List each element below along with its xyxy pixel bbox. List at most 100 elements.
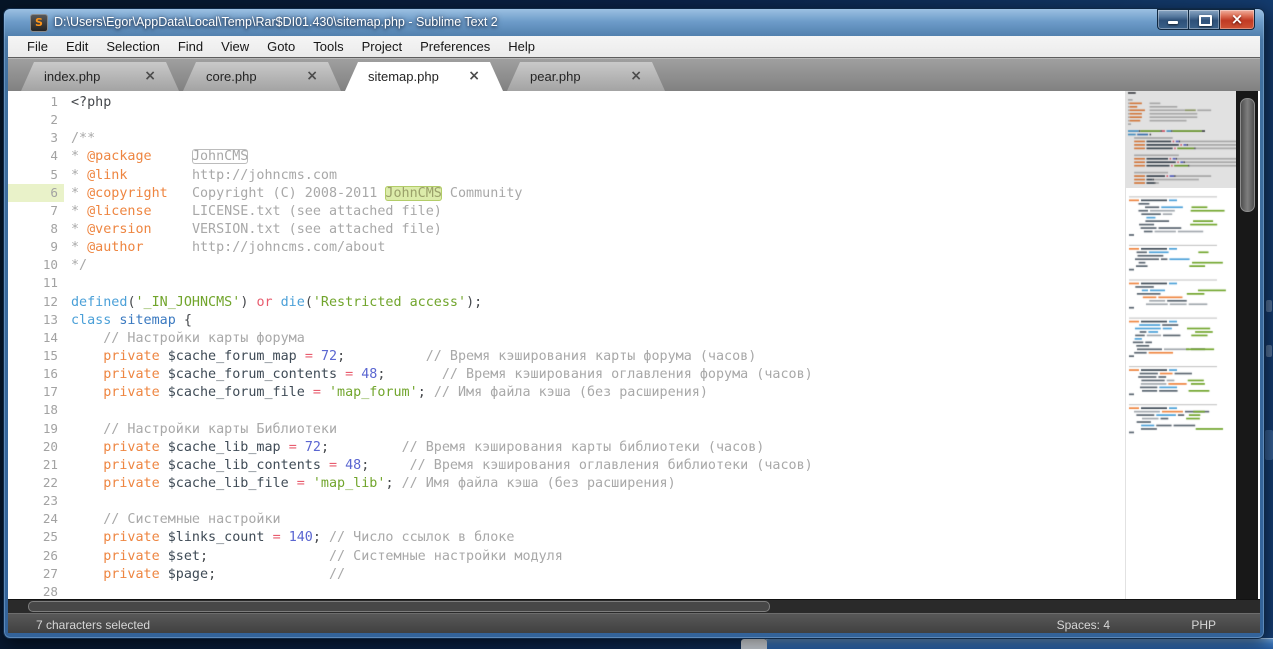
tab-close-icon[interactable]: × [306,67,318,85]
minimap[interactable] [1125,91,1237,599]
menu-item-tools[interactable]: Tools [304,39,352,54]
token: 72 [321,349,337,364]
code-line[interactable]: 26 private $set; // Системные настройки … [8,547,1123,565]
token [305,476,313,491]
gutter-line-number[interactable]: 24 [8,510,64,528]
gutter-line-number[interactable]: 16 [8,365,64,383]
code-line[interactable]: 19 // Настройки карты Библиотеки [8,420,1123,438]
code-line[interactable]: 8* @version VERSION.txt (see attached fi… [8,220,1123,238]
status-syntax[interactable]: PHP [1191,618,1216,632]
gutter-line-number[interactable]: 2 [8,111,64,129]
menu-item-file[interactable]: File [18,39,57,54]
code-line[interactable]: 3 /** [8,129,1123,147]
minimap-viewport[interactable] [1126,91,1237,188]
gutter-line-number[interactable]: 27 [8,565,64,583]
tab-close-icon[interactable]: × [630,67,642,85]
gutter-line-number[interactable]: 19 [8,420,64,438]
gutter-line-number[interactable]: 18 [8,401,64,419]
gutter-line-number[interactable]: 20 [8,438,64,456]
code-line[interactable]: 15 private $cache_forum_map = 72; // Вре… [8,347,1123,365]
code-line[interactable]: 1<?php [8,93,1123,111]
gutter-line-number[interactable]: 4 [8,147,64,165]
code-line[interactable]: 18 [8,401,1123,419]
code-line[interactable]: 9* @author http://johncms.com/about [8,238,1123,256]
token: @author [87,240,143,255]
gutter-line-number[interactable]: 11 [8,274,64,292]
gutter-line-number[interactable]: 7 [8,202,64,220]
code-line[interactable]: 14 // Настройки карты форума [8,329,1123,347]
status-indentation[interactable]: Spaces: 4 [1057,618,1110,632]
token [160,367,168,382]
code-line[interactable]: 22 private $cache_lib_file = 'map_lib'; … [8,474,1123,492]
tab-sitemap.php[interactable]: sitemap.php× [345,62,503,91]
token: private [103,530,159,545]
vertical-scrollbar-thumb[interactable] [1240,98,1255,212]
code-line[interactable]: 17 private $cache_forum_file = 'map_foru… [8,383,1123,401]
background-window-edge[interactable] [763,638,1273,649]
gutter-line-number[interactable]: 3 [8,129,64,147]
menu-item-view[interactable]: View [212,39,258,54]
code-line[interactable]: 2 [8,111,1123,129]
gutter-line-number[interactable]: 13 [8,311,64,329]
gutter-line-number[interactable]: 25 [8,528,64,546]
gutter-line-number[interactable]: 21 [8,456,64,474]
code-line[interactable]: 7* @license LICENSE.txt (see attached fi… [8,202,1123,220]
code-text: /** [71,131,95,146]
gutter-line-number[interactable]: 26 [8,547,64,565]
menu-item-project[interactable]: Project [353,39,411,54]
gutter-line-number[interactable]: 6 [8,184,64,202]
code-line[interactable]: 12defined('_IN_JOHNCMS') or die('Restric… [8,293,1123,311]
token: private [103,476,159,491]
token [71,567,103,582]
code-line[interactable]: 28 [8,583,1123,599]
gutter-line-number[interactable]: 12 [8,293,64,311]
code-line[interactable]: 13 class sitemap { [8,311,1123,329]
tab-close-icon[interactable]: × [144,67,156,85]
code-line[interactable]: 4* @package JohnCMS [8,147,1123,165]
tab-pear.php[interactable]: pear.php× [507,62,665,91]
code-line[interactable]: 6* @copyright Copyright (C) 2008-2011 Jo… [8,184,1123,202]
title-bar[interactable]: S D:\Users\Egor\AppData\Local\Temp\Rar$D… [4,9,1264,36]
maximize-button[interactable] [1188,9,1220,30]
menu-item-find[interactable]: Find [169,39,212,54]
code-line[interactable]: 11 [8,274,1123,292]
code-line[interactable]: 10*/ [8,256,1123,274]
vertical-scrollbar[interactable] [1236,91,1258,599]
gutter-line-number[interactable]: 9 [8,238,64,256]
tab-close-icon[interactable]: × [468,67,480,85]
gutter-line-number[interactable]: 15 [8,347,64,365]
code-line[interactable]: 24 // Системные настройки [8,510,1123,528]
gutter-line-number[interactable]: 14 [8,329,64,347]
gutter-line-number[interactable]: 17 [8,383,64,401]
menu-item-help[interactable]: Help [499,39,544,54]
code-line[interactable]: 20 private $cache_lib_map = 72; // Время… [8,438,1123,456]
tab-index.php[interactable]: index.php× [21,62,179,91]
minimize-button[interactable] [1157,9,1188,30]
tab-core.php[interactable]: core.php× [183,62,341,91]
code-line[interactable]: 5* @link http://johncms.com [8,166,1123,184]
code-text: private $cache_forum_map = 72; // Время … [71,349,756,364]
gutter-line-number[interactable]: 10 [8,256,64,274]
horizontal-scrollbar-thumb[interactable] [28,601,770,612]
code-line[interactable]: 27 private $page; // [8,565,1123,583]
maximize-icon [1199,15,1212,26]
code-line[interactable]: 16 private $cache_forum_contents = 48; /… [8,365,1123,383]
close-button[interactable]: × [1220,9,1255,30]
code-line[interactable]: 23 [8,492,1123,510]
code-editor[interactable]: 1<?php23/**4* @package JohnCMS5* @link h… [8,91,1123,599]
menu-item-edit[interactable]: Edit [57,39,97,54]
gutter-line-number[interactable]: 28 [8,583,64,599]
gutter-line-number[interactable]: 23 [8,492,64,510]
code-line[interactable]: 25 private $links_count = 140; // Число … [8,528,1123,546]
gutter-line-number[interactable]: 8 [8,220,64,238]
gutter-line-number[interactable]: 22 [8,474,64,492]
horizontal-scrollbar[interactable] [8,599,1260,613]
gutter-line-number[interactable]: 5 [8,166,64,184]
menu-item-selection[interactable]: Selection [97,39,168,54]
gutter-line-number[interactable]: 1 [8,93,64,111]
code-text: class sitemap { [71,313,192,328]
token [71,476,103,491]
code-line[interactable]: 21 private $cache_lib_contents = 48; // … [8,456,1123,474]
menu-item-preferences[interactable]: Preferences [411,39,499,54]
menu-item-goto[interactable]: Goto [258,39,304,54]
